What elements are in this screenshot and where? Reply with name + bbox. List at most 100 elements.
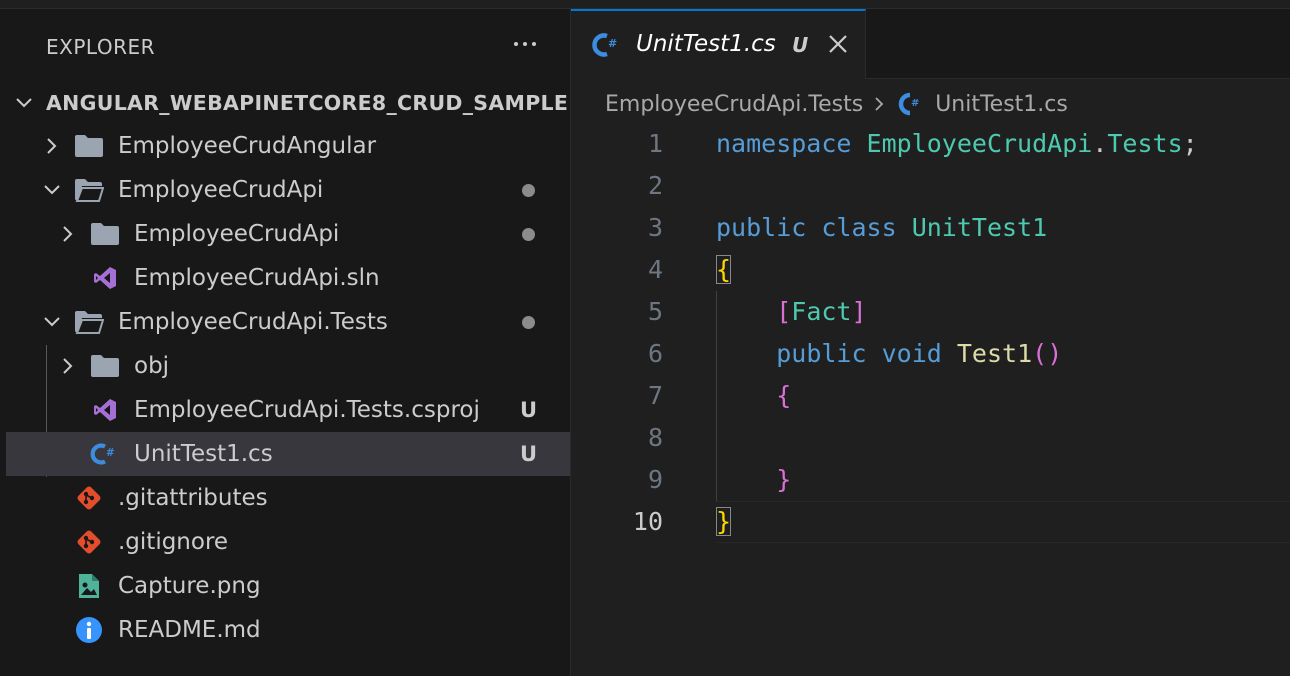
line-number: 10 (632, 507, 663, 536)
line-number: 4 (647, 255, 663, 284)
tree-item-label: EmployeeCrudApi.sln (134, 265, 380, 291)
code-editor[interactable]: 1 namespace EmployeeCrudApi.Tests; 2 3 p… (571, 123, 1290, 543)
git-icon (74, 485, 104, 511)
chevron-down-icon (16, 98, 32, 108)
tree-item-capture-png[interactable]: Capture.png (6, 564, 570, 608)
code-line: 6 public void Test1() (571, 333, 1290, 375)
editor-tab-bar: # UnitTest1.cs U (571, 9, 1290, 79)
parentheses: () (1032, 339, 1063, 368)
modified-indicator (522, 228, 535, 241)
open-bracket: [ (776, 297, 792, 326)
image-icon (74, 573, 104, 599)
line-number: 7 (647, 381, 663, 410)
line-number: 8 (647, 423, 663, 452)
chevron-right-icon (47, 138, 57, 154)
modified-indicator (522, 184, 535, 197)
tree-item-employeecrudapi-sln[interactable]: EmployeeCrudApi.sln (6, 256, 570, 300)
tab-label: UnitTest1.cs (636, 31, 776, 57)
semicolon: ; (1182, 129, 1198, 158)
line-number: 6 (647, 339, 663, 368)
chevron-right-icon (63, 358, 73, 374)
chevron-right-icon (871, 95, 887, 113)
visual-studio-icon (90, 397, 120, 423)
chevron-down-icon (44, 185, 60, 195)
workspace-root-label: ANGULAR_WEBAPINETCORE8_CRUD_SAMPLE (46, 91, 569, 115)
namespace-name: EmployeeCrudApi (866, 129, 1093, 158)
tree-item-gitignore[interactable]: .gitignore (6, 520, 570, 564)
svg-text:#: # (106, 447, 115, 459)
attribute-name: Fact (791, 297, 852, 326)
code-line: 5 [Fact] (571, 291, 1290, 333)
open-brace: { (716, 255, 732, 284)
csharp-icon: # (592, 33, 617, 57)
code-line: 1 namespace EmployeeCrudApi.Tests; (571, 123, 1290, 165)
tree-item-employeecrudapi[interactable]: EmployeeCrudApi (6, 212, 570, 256)
tree-item-gitattributes[interactable]: .gitattributes (6, 476, 570, 520)
tree-item-label: EmployeeCrudApi (118, 177, 324, 203)
open-brace: { (776, 381, 792, 410)
git-icon (74, 529, 104, 555)
more-actions-icon[interactable] (508, 27, 542, 61)
code-line: 7 { (571, 375, 1290, 417)
keyword: class (821, 213, 897, 242)
explorer-sidebar: EXPLORER ANGULAR_WEBAPINETCORE8_CRUD_SAM… (0, 9, 571, 676)
breadcrumb-folder[interactable]: EmployeeCrudApi.Tests (605, 92, 863, 117)
folder-open-icon (74, 309, 104, 335)
code-line: 8 (571, 417, 1290, 459)
tree-item-employeecrudangular[interactable]: EmployeeCrudAngular (6, 124, 570, 168)
tree-item-label: EmployeeCrudApi.Tests (118, 309, 388, 335)
csharp-icon: # (895, 91, 925, 117)
tree-item-label: EmployeeCrudApi.Tests.csproj (134, 397, 480, 423)
code-line-active: 10 } (571, 501, 1290, 543)
close-brace: } (776, 465, 792, 494)
modified-indicator (522, 316, 535, 329)
folder-icon (74, 133, 104, 159)
svg-text:#: # (608, 37, 617, 50)
tree-item-label: UnitTest1.cs (134, 441, 273, 467)
tree-item-readme-md[interactable]: README.md (6, 608, 570, 652)
tree-item-label: .gitignore (118, 529, 229, 555)
line-number: 3 (647, 213, 663, 242)
tree-item-label: Capture.png (118, 573, 261, 599)
workspace-root-row[interactable]: ANGULAR_WEBAPINETCORE8_CRUD_SAMPLE (0, 83, 570, 123)
tree-item-label: obj (134, 353, 170, 379)
svg-text:#: # (911, 98, 919, 109)
tab-git-status: U (792, 33, 809, 57)
info-icon (74, 617, 104, 643)
tree-item-obj[interactable]: obj (6, 344, 570, 388)
csharp-icon: # (90, 441, 120, 467)
chevron-right-icon (63, 226, 73, 242)
close-icon[interactable] (827, 33, 849, 55)
code-line: 4 { (571, 249, 1290, 291)
breadcrumb: EmployeeCrudApi.Tests # UnitTest1.cs (605, 89, 1068, 119)
folder-icon (90, 353, 120, 379)
tab-unittest1-cs[interactable]: # UnitTest1.cs U (571, 9, 866, 79)
window-top-border (0, 0, 1290, 9)
git-status-badge: U (520, 398, 538, 422)
folder-icon (90, 221, 120, 247)
line-number: 9 (647, 465, 663, 494)
keyword: public (716, 213, 807, 242)
tree-item-tests-csproj[interactable]: EmployeeCrudApi.Tests.csproj U (6, 388, 570, 432)
line-number: 5 (647, 297, 663, 326)
method-name: Test1 (956, 339, 1033, 368)
tree-item-unittest1-cs[interactable]: # UnitTest1.cs U (6, 432, 570, 476)
tree-item-employeecrudapi-tests[interactable]: EmployeeCrudApi.Tests (6, 300, 570, 344)
keyword: public (776, 339, 867, 368)
code-line: 9 } (571, 459, 1290, 501)
keyword: namespace (716, 129, 852, 158)
line-number: 2 (647, 171, 663, 200)
code-line: 3 public class UnitTest1 (571, 207, 1290, 249)
close-brace: } (716, 507, 732, 536)
line-number: 1 (647, 129, 663, 158)
folder-open-icon (74, 177, 104, 203)
breadcrumb-file[interactable]: UnitTest1.cs (935, 92, 1068, 117)
tree-item-label: README.md (118, 617, 261, 643)
dot: . (1092, 129, 1108, 158)
git-status-badge: U (520, 442, 538, 466)
editor-area: # UnitTest1.cs U EmployeeCrudApi.Tests #… (571, 9, 1290, 676)
tree-item-label: .gitattributes (118, 485, 268, 511)
tree-item-label: EmployeeCrudAngular (118, 133, 377, 159)
namespace-name: Tests (1107, 129, 1183, 158)
tree-item-employeecrudapi-root[interactable]: EmployeeCrudApi (6, 168, 570, 212)
